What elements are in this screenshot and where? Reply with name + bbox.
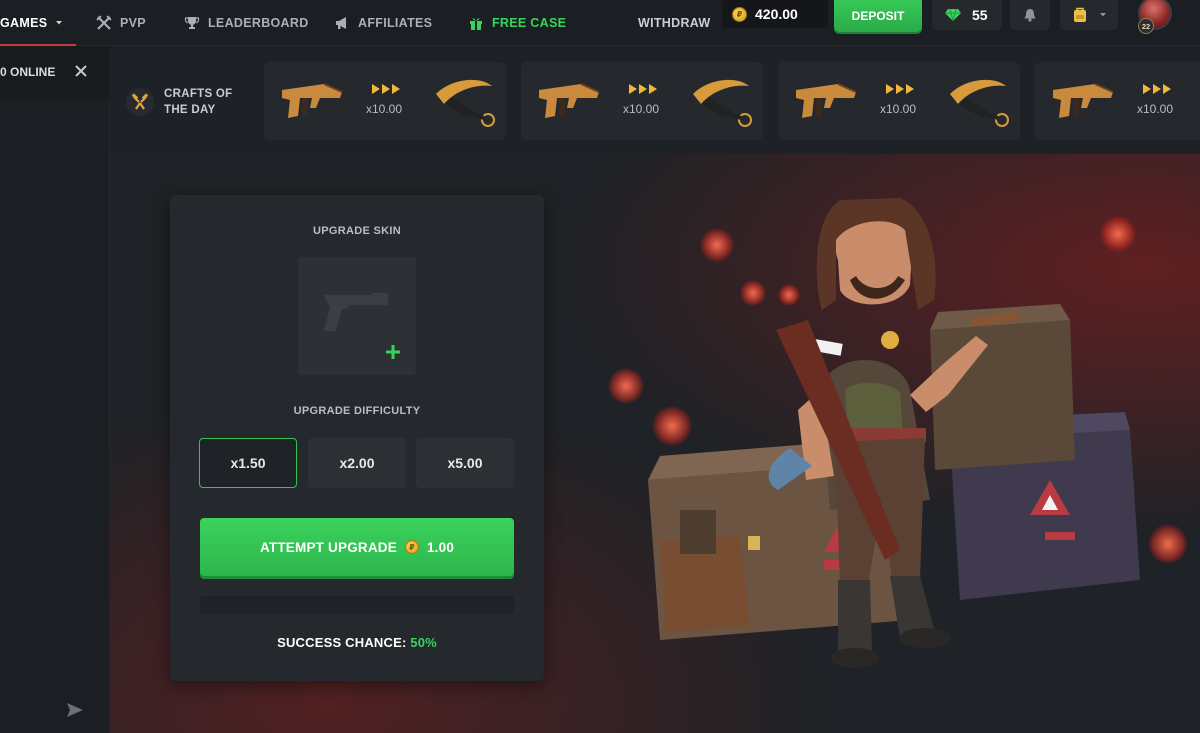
craft-multiplier: x10.00	[366, 102, 403, 116]
knife-skin-icon	[946, 74, 1016, 135]
nav-affiliates-label: AFFILIATES	[358, 16, 433, 30]
crossed-swords-icon	[96, 15, 112, 30]
crafts-of-the-day-header: CRAFTS OF THE DAY	[126, 86, 244, 118]
backpack-icon	[1074, 7, 1086, 22]
online-counter: 0 ONLINE	[0, 46, 110, 98]
gem-icon	[945, 8, 961, 22]
craft-card[interactable]: x10.00	[264, 62, 506, 140]
nav-games-label: GAMES	[0, 16, 48, 30]
close-icon[interactable]	[74, 64, 88, 78]
upgrade-difficulty-title: UPGRADE DIFFICULTY	[293, 405, 421, 417]
deposit-label: DEPOSIT	[851, 9, 905, 23]
upgrade-skin-title: UPGRADE SKIN	[313, 225, 401, 237]
plus-icon	[386, 345, 400, 359]
pistol-placeholder-icon	[324, 293, 388, 331]
megaphone-icon	[336, 17, 346, 29]
avatar-level-badge: 22	[1138, 18, 1154, 34]
upgrade-progress-bar	[200, 596, 514, 614]
craft-card[interactable]: x10.00	[1035, 62, 1200, 140]
nav-pvp-label: PVP	[120, 16, 146, 30]
user-avatar[interactable]: 22	[1138, 0, 1178, 34]
balance-value: 420.00	[755, 6, 798, 22]
craft-multiplier: x10.00	[1137, 102, 1174, 116]
ember-particle	[700, 228, 734, 262]
attempt-upgrade-label: ATTEMPT UPGRADE	[259, 539, 397, 555]
nav-withdraw[interactable]: WITHDRAW	[638, 0, 711, 46]
nav-free-case-label: FREE CASE	[492, 16, 567, 30]
difficulty-option-3[interactable]: x5.00	[416, 438, 514, 488]
gems-value: 55	[972, 7, 988, 23]
attempt-upgrade-cost: 1.00	[426, 539, 455, 555]
knife-skin-icon	[432, 74, 502, 135]
nav-leaderboard[interactable]: LEADERBOARD	[184, 0, 309, 46]
nav-games[interactable]: GAMES	[0, 0, 63, 46]
craft-multiplier: x10.00	[623, 102, 660, 116]
ember-particle	[608, 368, 644, 404]
coin-icon: ₽	[404, 540, 419, 554]
online-label: 0 ONLINE	[0, 65, 56, 79]
nav-affiliates[interactable]: AFFILIATES	[334, 0, 432, 46]
difficulty-option-2[interactable]: x2.00	[308, 438, 406, 488]
rifle-skin-icon	[1051, 76, 1121, 131]
success-chance: SUCCESS CHANCE: 50%	[170, 635, 544, 650]
skin-select-slot[interactable]	[298, 257, 416, 375]
inventory-button[interactable]	[1060, 0, 1118, 30]
notifications-button[interactable]	[1010, 0, 1050, 30]
hero-illustration	[600, 180, 1200, 720]
triple-arrow-icon	[1143, 84, 1171, 94]
coin-icon: ₽	[732, 6, 747, 22]
gift-icon	[470, 18, 482, 30]
rifle-skin-icon	[794, 76, 864, 131]
hammers-icon	[126, 88, 154, 116]
app-root: GAMES PVP LEADERBOARD AFFILIATES FREE CA…	[0, 0, 1200, 733]
rifle-skin-icon	[537, 76, 607, 131]
crafts-title-line1: CRAFTS OF	[164, 88, 233, 100]
chevron-down-icon	[56, 21, 63, 25]
top-navigation: GAMES PVP LEADERBOARD AFFILIATES FREE CA…	[0, 0, 1200, 46]
crafts-title: CRAFTS OF THE DAY	[164, 86, 244, 118]
chat-sidebar: 0 ONLINE	[0, 46, 110, 733]
balance-display: ₽ 420.00	[722, 0, 828, 28]
nav-pvp[interactable]: PVP	[96, 0, 146, 46]
craft-card[interactable]: x10.00	[521, 62, 763, 140]
craft-multiplier: x10.00	[880, 102, 917, 116]
chevron-down-icon	[1100, 13, 1106, 17]
success-chance-label: SUCCESS CHANCE:	[277, 635, 407, 650]
trophy-icon	[184, 17, 200, 29]
gems-display[interactable]: 55	[932, 0, 1002, 30]
attempt-upgrade-button[interactable]: ATTEMPT UPGRADE ₽ 1.00	[200, 518, 514, 576]
triple-arrow-icon	[886, 84, 914, 94]
deposit-button[interactable]: DEPOSIT	[834, 0, 922, 32]
triple-arrow-icon	[372, 84, 400, 94]
ember-particle	[740, 280, 766, 306]
craft-card[interactable]: x10.00	[778, 62, 1020, 140]
difficulty-option-1[interactable]: x1.50	[199, 438, 297, 488]
ember-particle	[1148, 524, 1188, 564]
rifle-skin-icon	[280, 76, 350, 131]
knife-skin-icon	[689, 74, 759, 135]
ember-particle	[778, 284, 800, 306]
send-icon[interactable]	[66, 702, 84, 718]
triple-arrow-icon	[629, 84, 657, 94]
character-with-crates	[648, 198, 1140, 668]
nav-free-case[interactable]: FREE CASE	[468, 0, 566, 46]
ember-particle	[652, 406, 692, 446]
crafts-title-line2: THE DAY	[164, 104, 216, 116]
upgrade-panel: UPGRADE SKIN UPGRADE DIFFICULTY x1.50 x2…	[170, 195, 544, 681]
nav-withdraw-label: WITHDRAW	[638, 16, 711, 30]
bell-icon	[1024, 9, 1036, 22]
ember-particle	[1100, 216, 1136, 252]
success-chance-value: 50%	[410, 635, 437, 650]
nav-leaderboard-label: LEADERBOARD	[208, 16, 309, 30]
